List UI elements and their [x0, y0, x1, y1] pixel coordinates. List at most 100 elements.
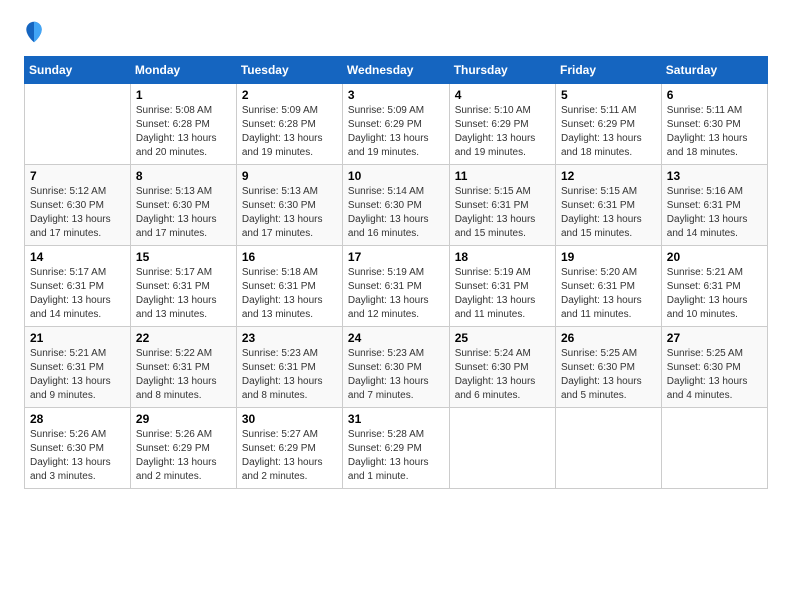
column-header-sunday: Sunday: [25, 57, 131, 84]
column-header-monday: Monday: [130, 57, 236, 84]
calendar-cell: 29 Sunrise: 5:26 AM Sunset: 6:29 PM Dayli…: [130, 408, 236, 489]
calendar-week-row: 1 Sunrise: 5:08 AM Sunset: 6:28 PM Daylig…: [25, 84, 768, 165]
day-info: Sunrise: 5:16 AM Sunset: 6:31 PM Dayligh…: [667, 185, 762, 241]
page-header: [24, 20, 768, 44]
day-number: 3: [348, 88, 444, 102]
day-number: 2: [242, 88, 337, 102]
calendar-cell: 17Sunrise: 5:19 AM Sunset: 6:31 PM Dayli…: [342, 246, 449, 327]
calendar-cell: 2 Sunrise: 5:09 AM Sunset: 6:28 PM Daylig…: [236, 84, 342, 165]
day-number: 4: [455, 88, 550, 102]
calendar-cell: 9 Sunrise: 5:13 AM Sunset: 6:30 PM Daylig…: [236, 165, 342, 246]
calendar-cell: 15 Sunrise: 5:17 AM Sunset: 6:31 PM Dayli…: [130, 246, 236, 327]
column-header-wednesday: Wednesday: [342, 57, 449, 84]
day-number: 24: [348, 331, 444, 345]
day-number: 5: [561, 88, 656, 102]
calendar-cell: 7Sunrise: 5:12 AM Sunset: 6:30 PM Daylig…: [25, 165, 131, 246]
calendar-body: 1 Sunrise: 5:08 AM Sunset: 6:28 PM Daylig…: [25, 84, 768, 489]
day-info: Sunrise: 5:20 AM Sunset: 6:31 PM Dayligh…: [561, 266, 656, 322]
day-info: Sunrise: 5:14 AM Sunset: 6:30 PM Dayligh…: [348, 185, 444, 241]
day-info: Sunrise: 5:19 AM Sunset: 6:31 PM Dayligh…: [455, 266, 550, 322]
day-number: 17: [348, 250, 444, 264]
calendar-cell: 12 Sunrise: 5:15 AM Sunset: 6:31 PM Dayli…: [555, 165, 661, 246]
day-number: 22: [136, 331, 231, 345]
day-number: 21: [30, 331, 125, 345]
calendar-cell: [661, 408, 767, 489]
day-info: Sunrise: 5:25 AM Sunset: 6:30 PM Dayligh…: [667, 347, 762, 403]
calendar-cell: 1 Sunrise: 5:08 AM Sunset: 6:28 PM Daylig…: [130, 84, 236, 165]
calendar-cell: 24Sunrise: 5:23 AM Sunset: 6:30 PM Dayli…: [342, 327, 449, 408]
calendar-week-row: 28Sunrise: 5:26 AM Sunset: 6:30 PM Dayli…: [25, 408, 768, 489]
day-number: 7: [30, 169, 125, 183]
calendar-cell: 4 Sunrise: 5:10 AM Sunset: 6:29 PM Daylig…: [449, 84, 555, 165]
calendar-cell: 6 Sunrise: 5:11 AM Sunset: 6:30 PM Daylig…: [661, 84, 767, 165]
calendar-cell: 25 Sunrise: 5:24 AM Sunset: 6:30 PM Dayli…: [449, 327, 555, 408]
column-header-friday: Friday: [555, 57, 661, 84]
day-info: Sunrise: 5:09 AM Sunset: 6:28 PM Dayligh…: [242, 104, 337, 160]
day-info: Sunrise: 5:11 AM Sunset: 6:30 PM Dayligh…: [667, 104, 762, 160]
day-number: 8: [136, 169, 231, 183]
day-number: 14: [30, 250, 125, 264]
calendar-week-row: 14 Sunrise: 5:17 AM Sunset: 6:31 PM Dayli…: [25, 246, 768, 327]
day-number: 20: [667, 250, 762, 264]
calendar-cell: 16 Sunrise: 5:18 AM Sunset: 6:31 PM Dayli…: [236, 246, 342, 327]
day-info: Sunrise: 5:08 AM Sunset: 6:28 PM Dayligh…: [136, 104, 231, 160]
day-number: 15: [136, 250, 231, 264]
day-number: 19: [561, 250, 656, 264]
day-info: Sunrise: 5:26 AM Sunset: 6:29 PM Dayligh…: [136, 428, 231, 484]
day-number: 16: [242, 250, 337, 264]
calendar-cell: 11 Sunrise: 5:15 AM Sunset: 6:31 PM Dayli…: [449, 165, 555, 246]
logo-icon: [24, 20, 44, 44]
day-number: 29: [136, 412, 231, 426]
day-info: Sunrise: 5:28 AM Sunset: 6:29 PM Dayligh…: [348, 428, 444, 484]
calendar-cell: [555, 408, 661, 489]
calendar-cell: 20Sunrise: 5:21 AM Sunset: 6:31 PM Dayli…: [661, 246, 767, 327]
day-number: 10: [348, 169, 444, 183]
day-info: Sunrise: 5:26 AM Sunset: 6:30 PM Dayligh…: [30, 428, 125, 484]
day-number: 9: [242, 169, 337, 183]
day-info: Sunrise: 5:10 AM Sunset: 6:29 PM Dayligh…: [455, 104, 550, 160]
day-info: Sunrise: 5:17 AM Sunset: 6:31 PM Dayligh…: [30, 266, 125, 322]
day-number: 30: [242, 412, 337, 426]
calendar-cell: [25, 84, 131, 165]
calendar-cell: 28Sunrise: 5:26 AM Sunset: 6:30 PM Dayli…: [25, 408, 131, 489]
day-info: Sunrise: 5:23 AM Sunset: 6:31 PM Dayligh…: [242, 347, 337, 403]
calendar-cell: 31 Sunrise: 5:28 AM Sunset: 6:29 PM Dayli…: [342, 408, 449, 489]
day-info: Sunrise: 5:13 AM Sunset: 6:30 PM Dayligh…: [242, 185, 337, 241]
day-info: Sunrise: 5:22 AM Sunset: 6:31 PM Dayligh…: [136, 347, 231, 403]
calendar-cell: 13 Sunrise: 5:16 AM Sunset: 6:31 PM Dayli…: [661, 165, 767, 246]
day-info: Sunrise: 5:21 AM Sunset: 6:31 PM Dayligh…: [30, 347, 125, 403]
calendar-cell: 21 Sunrise: 5:21 AM Sunset: 6:31 PM Dayli…: [25, 327, 131, 408]
calendar-cell: 3 Sunrise: 5:09 AM Sunset: 6:29 PM Daylig…: [342, 84, 449, 165]
day-number: 27: [667, 331, 762, 345]
calendar-cell: 8 Sunrise: 5:13 AM Sunset: 6:30 PM Daylig…: [130, 165, 236, 246]
day-number: 13: [667, 169, 762, 183]
day-number: 31: [348, 412, 444, 426]
calendar-cell: 10 Sunrise: 5:14 AM Sunset: 6:30 PM Dayli…: [342, 165, 449, 246]
day-info: Sunrise: 5:15 AM Sunset: 6:31 PM Dayligh…: [561, 185, 656, 241]
day-info: Sunrise: 5:09 AM Sunset: 6:29 PM Dayligh…: [348, 104, 444, 160]
column-header-tuesday: Tuesday: [236, 57, 342, 84]
day-number: 25: [455, 331, 550, 345]
day-info: Sunrise: 5:17 AM Sunset: 6:31 PM Dayligh…: [136, 266, 231, 322]
day-info: Sunrise: 5:18 AM Sunset: 6:31 PM Dayligh…: [242, 266, 337, 322]
day-info: Sunrise: 5:11 AM Sunset: 6:29 PM Dayligh…: [561, 104, 656, 160]
day-info: Sunrise: 5:27 AM Sunset: 6:29 PM Dayligh…: [242, 428, 337, 484]
day-number: 26: [561, 331, 656, 345]
calendar-cell: 23Sunrise: 5:23 AM Sunset: 6:31 PM Dayli…: [236, 327, 342, 408]
day-info: Sunrise: 5:13 AM Sunset: 6:30 PM Dayligh…: [136, 185, 231, 241]
calendar-week-row: 7Sunrise: 5:12 AM Sunset: 6:30 PM Daylig…: [25, 165, 768, 246]
calendar-cell: 14 Sunrise: 5:17 AM Sunset: 6:31 PM Dayli…: [25, 246, 131, 327]
column-header-thursday: Thursday: [449, 57, 555, 84]
day-number: 1: [136, 88, 231, 102]
calendar-header: SundayMondayTuesdayWednesdayThursdayFrid…: [25, 57, 768, 84]
day-info: Sunrise: 5:15 AM Sunset: 6:31 PM Dayligh…: [455, 185, 550, 241]
day-number: 11: [455, 169, 550, 183]
day-info: Sunrise: 5:24 AM Sunset: 6:30 PM Dayligh…: [455, 347, 550, 403]
calendar-cell: 22 Sunrise: 5:22 AM Sunset: 6:31 PM Dayli…: [130, 327, 236, 408]
logo: [24, 20, 48, 44]
calendar-cell: 19 Sunrise: 5:20 AM Sunset: 6:31 PM Dayli…: [555, 246, 661, 327]
calendar-cell: 26Sunrise: 5:25 AM Sunset: 6:30 PM Dayli…: [555, 327, 661, 408]
day-number: 6: [667, 88, 762, 102]
calendar-cell: 18Sunrise: 5:19 AM Sunset: 6:31 PM Dayli…: [449, 246, 555, 327]
day-number: 12: [561, 169, 656, 183]
